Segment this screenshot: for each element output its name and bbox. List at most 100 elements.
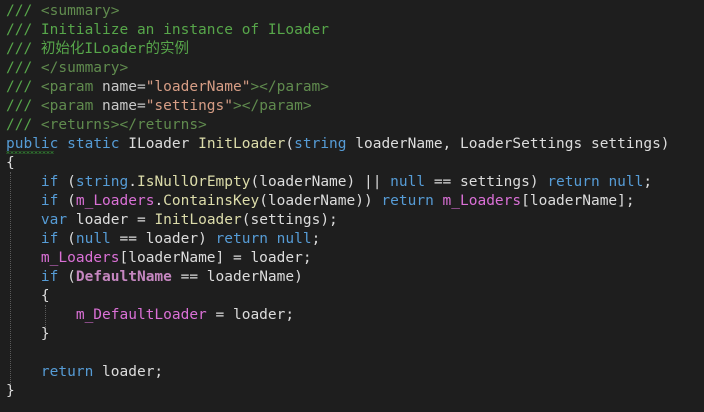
code-token-plain: [loaderName]; [521, 193, 635, 209]
code-token-keyword: null [75, 231, 111, 247]
code-line[interactable]: /// </summary> [6, 59, 128, 78]
code-line[interactable]: public static ILoader InitLoader(string … [6, 135, 670, 154]
code-line[interactable]: /// <param name="settings"></param> [6, 97, 312, 116]
code-token-plain: ( [58, 231, 76, 247]
code-token-keyword: public [6, 136, 59, 152]
code-line[interactable]: if (m_Loaders.ContainsKey(loaderName)) r… [6, 192, 635, 211]
code-line[interactable]: if (null == loader) return null; [6, 230, 320, 249]
code-token-method: ContainsKey [163, 193, 260, 209]
code-token-comment: /// 初始化ILoader的实例 [6, 41, 190, 57]
code-token-keyword: return [40, 364, 94, 380]
code-token-keyword: return [381, 193, 434, 209]
code-token-plain: (settings); [241, 212, 338, 228]
code-token-comment: /// [6, 60, 41, 76]
code-token-plain: ; [311, 231, 321, 247]
code-line[interactable]: var loader = InitLoader(settings); [6, 211, 338, 230]
code-token-plain: ( [58, 193, 76, 209]
code-token-plain: ; [643, 174, 653, 190]
code-token-doctag: ></param> [233, 98, 312, 114]
code-line[interactable]: } [6, 382, 15, 401]
code-line[interactable]: m_DefaultLoader = loader; [6, 306, 294, 325]
code-line[interactable]: /// <summary> [6, 2, 120, 21]
code-line[interactable]: { [6, 287, 50, 306]
code-token-plain: { [6, 288, 50, 304]
code-token-keyword: null [276, 231, 312, 247]
code-line[interactable]: /// 初始化ILoader的实例 [6, 40, 189, 59]
code-token-keyword: null [608, 174, 644, 190]
code-token-plain: loader = [67, 212, 155, 228]
code-token-keyword: return [547, 174, 600, 190]
code-token-keyword: null [390, 174, 426, 190]
code-token-comment: /// Initialize an instance of ILoader [6, 22, 330, 38]
code-token-plain: == loader) [110, 231, 216, 247]
code-token-method: InitLoader [154, 212, 242, 228]
code-token-plain: } [6, 326, 50, 342]
code-token-plain: . [154, 193, 164, 209]
code-token-plain: ( [58, 269, 76, 285]
code-editor[interactable]: /// <summary>/// Initialize an instance … [0, 0, 704, 412]
code-token-keyword: string [294, 136, 347, 152]
code-token-plain: { [6, 155, 15, 171]
code-token-docattr: name= [102, 98, 146, 114]
code-token-doctag: <param [40, 98, 103, 114]
code-token-plain: loader; [93, 364, 164, 380]
code-line[interactable]: /// <param name="loaderName"></param> [6, 78, 329, 97]
code-token-comment: /// [6, 117, 41, 133]
code-token-plain: (loaderName) || [250, 174, 391, 190]
code-token-plain: . [128, 174, 137, 190]
code-token-keyword: string [75, 174, 129, 190]
code-token-comment: /// [6, 3, 41, 19]
code-token-plain: } [6, 383, 15, 399]
code-token-field: m_Loaders [40, 250, 120, 266]
code-token-keyword: if [40, 174, 59, 190]
code-token-type: ILoader [119, 136, 199, 152]
code-token-keyword: var [40, 212, 68, 228]
code-token-plain: ( [285, 136, 295, 152]
code-token-plain: loaderName, LoaderSettings settings) [346, 136, 670, 152]
code-line[interactable]: return loader; [6, 363, 163, 382]
code-token-keyword: static [67, 136, 120, 152]
code-token-doctag: ></param> [250, 79, 330, 95]
code-token-plain: == settings) [425, 174, 548, 190]
code-line[interactable]: if (string.IsNullOrEmpty(loaderName) || … [6, 173, 652, 192]
code-token-field: m_Loaders [442, 193, 522, 209]
code-token-docval: "loaderName" [145, 79, 251, 95]
code-token-doctag: </summary> [40, 60, 129, 76]
code-token-keyword: if [40, 231, 59, 247]
code-line[interactable]: } [6, 325, 50, 344]
code-token-doctag: <param [40, 79, 103, 95]
code-token-docval: "settings" [145, 98, 233, 114]
code-token-plain: (loaderName)) [259, 193, 382, 209]
code-token-comment: /// [6, 79, 41, 95]
code-token-doctag: <summary> [40, 3, 120, 19]
code-token-plain: ( [58, 174, 76, 190]
code-line[interactable]: { [6, 154, 15, 173]
code-token-const: DefaultName [75, 269, 172, 285]
code-token-comment: /// [6, 98, 41, 114]
code-token-method: InitLoader [198, 136, 286, 152]
code-token-doctag: <returns></returns> [40, 117, 207, 133]
code-line[interactable]: if (DefaultName == loaderName) [6, 268, 303, 287]
code-token-docattr: name= [102, 79, 146, 95]
code-token-method: IsNullOrEmpty [136, 174, 251, 190]
code-token-field: m_DefaultLoader [75, 307, 207, 323]
code-token-keyword: if [40, 193, 59, 209]
code-line[interactable]: /// Initialize an instance of ILoader [6, 21, 329, 40]
code-token-plain: == loaderName) [171, 269, 303, 285]
code-line[interactable]: /// <returns></returns> [6, 116, 207, 135]
code-token-field: m_Loaders [75, 193, 155, 209]
code-line[interactable]: m_Loaders[loaderName] = loader; [6, 249, 312, 268]
code-token-keyword: if [40, 269, 59, 285]
code-token-keyword: return [215, 231, 268, 247]
